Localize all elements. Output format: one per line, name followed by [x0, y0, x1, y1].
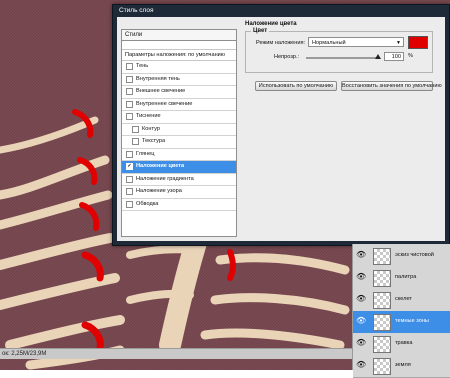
style-item[interactable]: ✓ Наложение цвета [122, 161, 236, 174]
blend-mode-label: Режим наложения: [256, 40, 306, 46]
section-title: Наложение цвета [245, 21, 297, 27]
style-item[interactable]: Глянец [122, 149, 236, 161]
layers-panel: 👁 эскиз чистовой 👁 палитра 👁 скелет 👁 темные зо… [352, 244, 450, 378]
style-checkbox[interactable] [126, 113, 133, 121]
eye-icon[interactable]: 👁 [356, 273, 366, 281]
layer-name: темные зоны [395, 318, 429, 324]
overlay-color-swatch[interactable] [408, 36, 428, 49]
style-checkbox[interactable] [126, 75, 133, 83]
styles-list: Стили Параметры наложения: по умолчанию … [121, 29, 237, 237]
style-checkbox[interactable] [126, 100, 133, 108]
style-item[interactable]: Внешнее свечение [122, 86, 236, 99]
style-item[interactable]: Контур [122, 124, 236, 136]
style-checkbox[interactable]: ✓ [126, 163, 133, 171]
style-item[interactable]: Обводка [122, 199, 236, 211]
style-checkbox[interactable] [126, 188, 133, 196]
eye-icon[interactable]: 👁 [356, 317, 366, 325]
layer-row[interactable]: 👁 темные зоны [353, 311, 450, 334]
style-checkbox[interactable] [132, 138, 139, 146]
opacity-slider-thumb[interactable] [375, 54, 381, 59]
layer-name: травка [395, 340, 413, 346]
dialog-title: Стиль слоя [119, 7, 154, 14]
status-text: ок: 2,25М/23,9М [2, 351, 47, 357]
color-legend: Цвет [251, 28, 270, 34]
color-fieldset: Цвет Режим наложения: Нормальный ▼ Непро… [245, 28, 433, 73]
style-item[interactable]: Наложение градиента [122, 174, 236, 186]
eye-icon[interactable]: 👁 [356, 339, 366, 347]
style-checkbox[interactable] [126, 88, 133, 96]
chevron-down-icon: ▼ [396, 40, 401, 46]
style-item-label: Тень [136, 63, 149, 69]
opacity-slider[interactable] [306, 54, 381, 59]
layer-thumbnail [373, 270, 391, 287]
status-bar: ок: 2,25М/23,9М [0, 348, 354, 359]
layer-thumbnail [373, 336, 391, 353]
style-item-label: Тиснение [136, 113, 161, 119]
layer-thumbnail [373, 314, 391, 331]
blend-mode-value: Нормальный [312, 40, 346, 46]
style-item[interactable]: Текстура [122, 136, 236, 149]
eye-icon[interactable]: 👁 [356, 251, 366, 259]
layer-thumbnail [373, 248, 391, 265]
color-overlay-panel: Наложение цвета Цвет Режим наложения: Но… [241, 21, 445, 235]
style-item-label: Глянец [136, 150, 155, 157]
layer-thumbnail [373, 292, 391, 309]
restore-default-button[interactable]: Восстановить значения по умолчанию [341, 81, 442, 91]
style-checkbox[interactable] [126, 200, 133, 208]
style-item[interactable]: Тень [122, 61, 236, 74]
style-checkbox[interactable] [126, 150, 133, 158]
layer-style-dialog: Стиль слоя Стили Параметры наложения: по… [112, 4, 450, 246]
layer-name: скелет [395, 296, 412, 302]
layer-row[interactable]: 👁 земля [353, 355, 450, 378]
layer-thumbnail [373, 358, 391, 375]
eye-icon[interactable]: 👁 [356, 361, 366, 369]
use-default-button[interactable]: Использовать по умолчанию [255, 81, 337, 91]
style-item[interactable]: Внутреннее свечение [122, 99, 236, 111]
style-item-label: Наложение узора [136, 188, 182, 194]
layer-row[interactable]: 👁 эскиз чистовой [353, 245, 450, 268]
style-item[interactable]: Наложение узора [122, 186, 236, 199]
styles-spacer [122, 41, 236, 50]
layer-row[interactable]: 👁 травка [353, 333, 450, 356]
layer-name: земля [395, 362, 411, 368]
styles-header[interactable]: Стили [122, 30, 236, 41]
style-item[interactable]: Тиснение [122, 111, 236, 124]
style-item-label: Внутренняя тень [136, 75, 180, 82]
style-item-label: Внешнее свечение [136, 88, 186, 94]
style-checkbox[interactable] [126, 63, 133, 71]
style-item-label: Внутреннее свечение [136, 100, 193, 107]
layer-row[interactable]: 👁 палитра [353, 267, 450, 290]
style-checkbox[interactable] [126, 175, 133, 183]
style-item-label: Контур [142, 125, 160, 132]
opacity-unit: % [408, 53, 413, 59]
layer-name: эскиз чистовой [395, 252, 434, 258]
opacity-input[interactable]: 100 [384, 52, 404, 61]
eye-icon[interactable]: 👁 [356, 295, 366, 303]
style-item-label: Текстура [142, 138, 166, 144]
layer-name: палитра [395, 274, 417, 280]
style-item-label: Наложение цвета [136, 163, 185, 169]
dialog-body: Стили Параметры наложения: по умолчанию … [117, 17, 445, 241]
layer-row[interactable]: 👁 скелет [353, 289, 450, 312]
style-item-label: Обводка [136, 200, 159, 207]
blending-options-item[interactable]: Параметры наложения: по умолчанию [122, 50, 236, 61]
style-item[interactable]: Внутренняя тень [122, 74, 236, 86]
style-checkbox[interactable] [132, 125, 139, 133]
opacity-label: Непрозр.: [274, 54, 300, 60]
style-item-label: Наложение градиента [136, 175, 194, 182]
blend-mode-select[interactable]: Нормальный ▼ [308, 37, 404, 47]
